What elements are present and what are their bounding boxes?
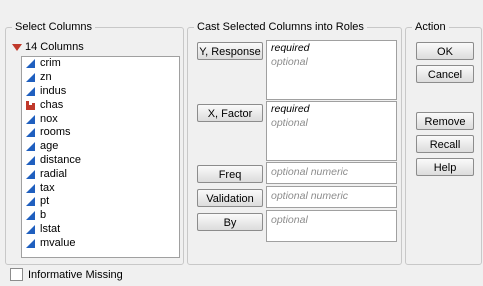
column-name: distance — [40, 153, 81, 166]
role-line: required — [271, 103, 310, 115]
cast-roles-panel: Cast Selected Columns into Roles Y, Resp… — [187, 20, 402, 265]
column-list[interactable]: crim zn indus chas nox rooms age distance radial… — [21, 56, 180, 258]
red-triangle-menu-icon[interactable] — [12, 43, 22, 51]
column-name: pt — [40, 195, 50, 208]
column-list-item[interactable]: mvalue — [22, 236, 179, 250]
continuous-column-icon — [26, 169, 35, 179]
continuous-column-icon — [26, 197, 35, 207]
column-name: lstat — [40, 222, 61, 235]
column-name: b — [40, 209, 47, 222]
informative-missing-option[interactable]: Informative Missing — [10, 268, 123, 281]
role-line: optional numeric — [271, 190, 349, 202]
freq-box[interactable]: optional numeric — [266, 162, 397, 184]
column-list-item[interactable]: age — [22, 140, 179, 154]
column-name: indus — [40, 84, 67, 97]
continuous-column-icon — [26, 114, 35, 124]
remove-button[interactable]: Remove — [416, 112, 474, 130]
column-list-item[interactable]: chas — [22, 98, 179, 112]
column-name: mvalue — [40, 236, 76, 249]
continuous-column-icon — [26, 73, 35, 83]
column-list-item[interactable]: b — [22, 209, 179, 223]
freq-button[interactable]: Freq — [197, 165, 263, 183]
ok-button[interactable]: OK — [416, 42, 474, 60]
recall-button[interactable]: Recall — [416, 135, 474, 153]
validation-box[interactable]: optional numeric — [266, 186, 397, 208]
x-factor-button[interactable]: X, Factor — [197, 104, 263, 122]
continuous-column-icon — [26, 155, 35, 165]
column-list-item[interactable]: zn — [22, 71, 179, 85]
by-button[interactable]: By — [197, 213, 263, 231]
columns-count-header[interactable]: 14 Columns — [12, 40, 84, 54]
column-name: rooms — [40, 126, 71, 139]
cancel-button[interactable]: Cancel — [416, 65, 474, 83]
select-columns-panel: Select Columns 14 Columns crim zn indus cha… — [5, 20, 184, 265]
nominal-column-icon — [26, 100, 35, 110]
role-line: optional numeric — [271, 166, 349, 178]
continuous-column-icon — [26, 224, 35, 234]
informative-missing-checkbox[interactable] — [10, 268, 23, 281]
column-name: nox — [40, 112, 58, 125]
action-title: Action — [412, 20, 449, 34]
continuous-column-icon — [26, 238, 35, 248]
column-name: zn — [40, 71, 52, 84]
column-name: tax — [40, 181, 55, 194]
role-line: optional — [271, 214, 308, 226]
column-list-item[interactable]: tax — [22, 181, 179, 195]
column-list-item[interactable]: rooms — [22, 126, 179, 140]
by-box[interactable]: optional — [266, 210, 397, 242]
continuous-column-icon — [26, 142, 35, 152]
help-button[interactable]: Help — [416, 158, 474, 176]
columns-count-label: 14 Columns — [25, 41, 84, 53]
continuous-column-icon — [26, 86, 35, 96]
column-list-item[interactable]: indus — [22, 85, 179, 99]
y-response-button[interactable]: Y, Response — [197, 42, 263, 60]
nominal-icon-bar — [32, 102, 35, 110]
continuous-column-icon — [26, 211, 35, 221]
informative-missing-label: Informative Missing — [28, 268, 123, 281]
column-name: radial — [40, 167, 67, 180]
column-list-item[interactable]: radial — [22, 167, 179, 181]
role-line: optional — [271, 117, 308, 129]
action-panel: Action OK Cancel Remove Recall Help — [405, 20, 482, 265]
continuous-column-icon — [26, 59, 35, 69]
column-name: chas — [40, 98, 64, 111]
select-columns-title: Select Columns — [12, 20, 96, 34]
column-name: age — [40, 140, 59, 153]
column-list-item[interactable]: lstat — [22, 223, 179, 237]
column-list-item[interactable]: distance — [22, 154, 179, 168]
column-list-item[interactable]: nox — [22, 112, 179, 126]
role-line: optional — [271, 56, 308, 68]
cast-roles-title: Cast Selected Columns into Roles — [194, 20, 367, 34]
column-list-item[interactable]: pt — [22, 195, 179, 209]
continuous-column-icon — [26, 183, 35, 193]
role-line: required — [271, 42, 310, 54]
x-factor-box[interactable]: required optional — [266, 101, 397, 161]
continuous-column-icon — [26, 128, 35, 138]
validation-button[interactable]: Validation — [197, 189, 263, 207]
column-list-item[interactable]: crim — [22, 57, 179, 71]
column-name: crim — [40, 57, 61, 70]
y-response-box[interactable]: required optional — [266, 40, 397, 100]
